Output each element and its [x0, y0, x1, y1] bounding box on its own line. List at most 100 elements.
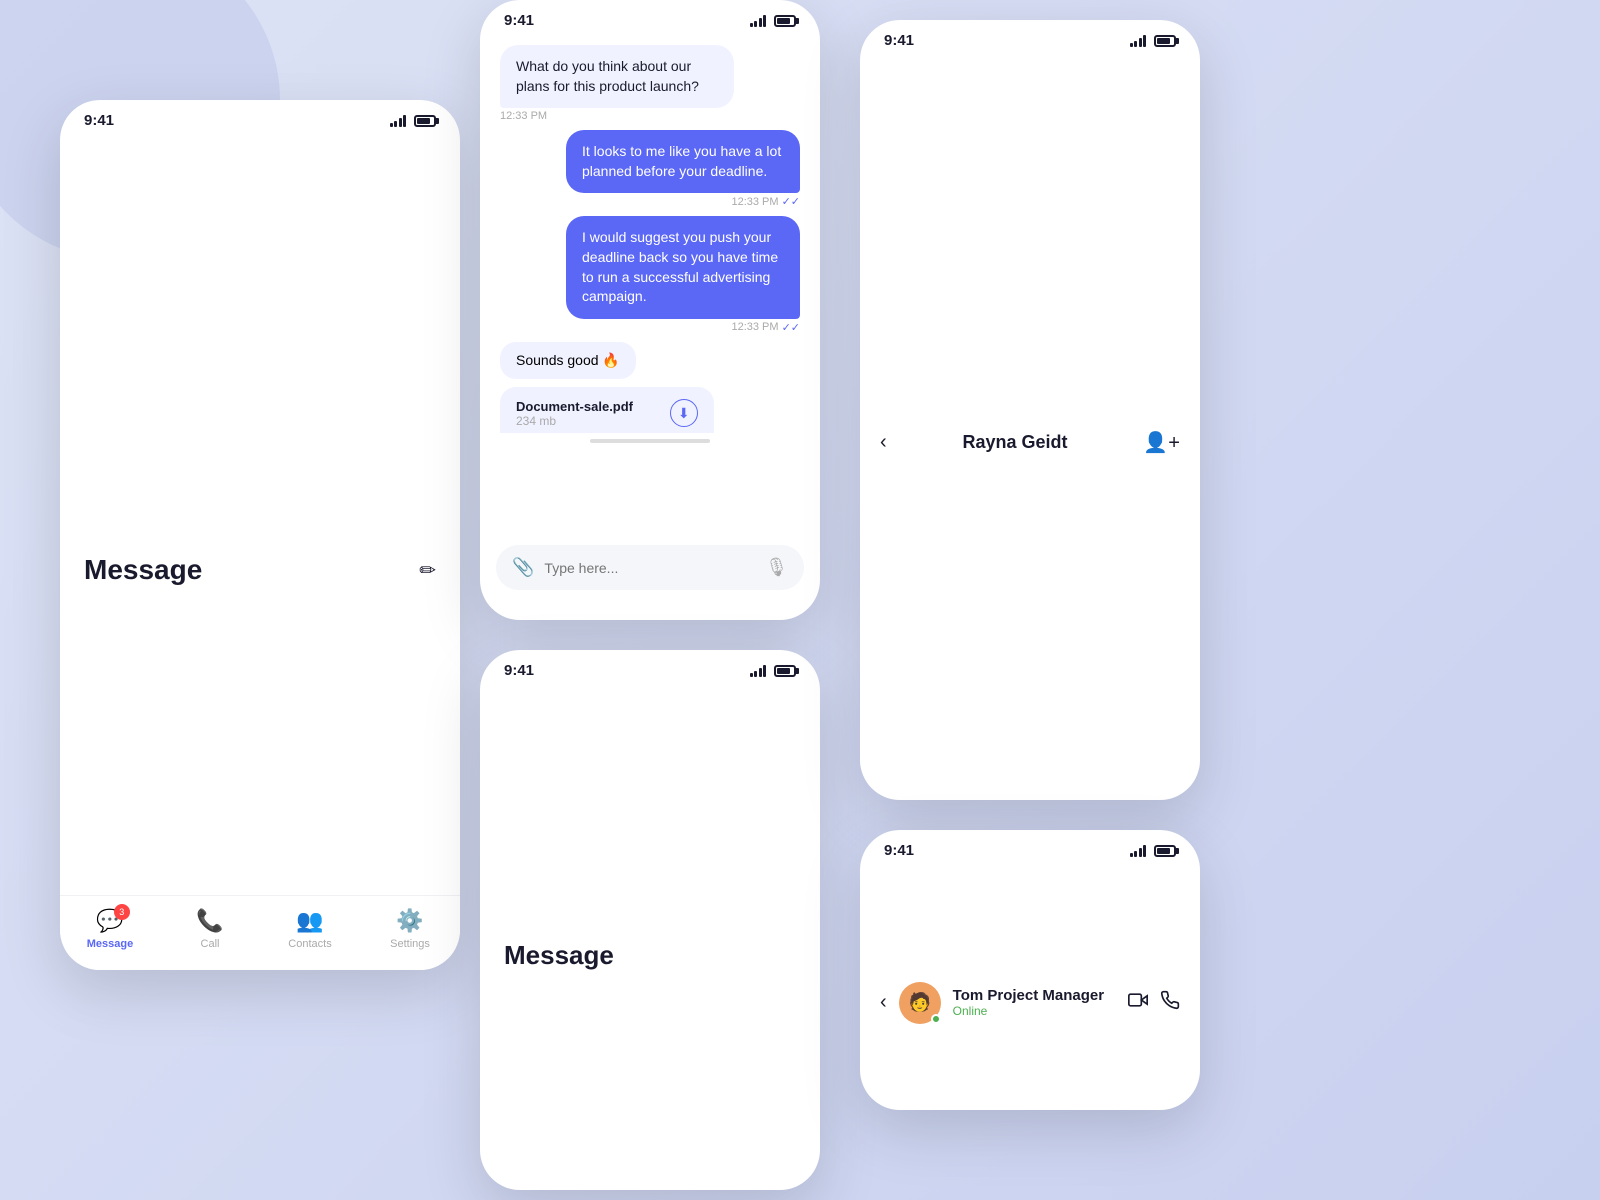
signal-bar [1130, 43, 1133, 47]
settings-nav-icon: ⚙️ [396, 908, 423, 934]
status-bar-4: 9:41 [860, 20, 1200, 53]
contact-info-tom: Tom Project Manager Online [953, 987, 1116, 1018]
check-mark-2: ✓✓ [782, 321, 800, 334]
nav-label-settings: Settings [390, 938, 430, 950]
nav-call[interactable]: 📞 Call [160, 908, 260, 950]
message-input[interactable] [544, 560, 755, 576]
phone-chat-tom: 9:41 ‹ 🧑 Tom Project Manager Online [860, 830, 1200, 1110]
status-bar-2: 9:41 [480, 0, 820, 33]
contacts-nav-icon: 👥 [296, 908, 323, 934]
status-time-1: 9:41 [84, 112, 114, 129]
signal-icon-3 [750, 665, 767, 677]
status-bar-1: 9:41 [60, 100, 460, 133]
nav-contacts[interactable]: 👥 Contacts [260, 908, 360, 950]
edit-icon[interactable]: ✏ [419, 558, 436, 583]
phone-chat: 9:41 What do you think about our plans f… [480, 0, 820, 620]
phone-call-button-tom[interactable] [1160, 990, 1180, 1016]
page-title-1: Message [84, 554, 202, 586]
signal-bar [1143, 845, 1146, 857]
signal-bar [759, 18, 762, 27]
message-nav-icon: 💬 3 [96, 908, 123, 934]
header-1: Message ✏ [60, 133, 460, 970]
back-button-5[interactable]: ‹ [880, 991, 887, 1014]
video-call-button-tom[interactable] [1128, 990, 1148, 1016]
signal-bar [1143, 35, 1146, 47]
add-contact-button[interactable]: 👤+ [1143, 430, 1180, 455]
home-indicator-2 [590, 439, 710, 443]
contact-status-tom: Online [953, 1004, 1116, 1018]
check-mark: ✓✓ [782, 195, 800, 208]
status-time-4: 9:41 [884, 32, 914, 49]
msg-time-1: 12:33 PM [500, 110, 547, 122]
video-call-header: ‹ Rayna Geidt 👤+ [860, 53, 1200, 800]
signal-bar [394, 121, 397, 127]
signal-bar [1139, 848, 1142, 857]
nav-message[interactable]: 💬 3 Message [60, 908, 160, 950]
download-button[interactable]: ⬇ [670, 399, 698, 427]
status-icons-3 [750, 665, 797, 677]
signal-icon-2 [750, 15, 767, 27]
message-input-bar[interactable]: 📎 🎙 [496, 545, 804, 590]
phone-call-log: 9:41 Message 🔍 Search people here ⚙ All … [480, 650, 820, 1190]
msg-time-2: 12:33 PM ✓✓ [731, 195, 800, 208]
msg-row-received-1: What do you think about our plans for th… [500, 45, 800, 122]
nav-label-message: Message [87, 938, 133, 950]
status-time-5: 9:41 [884, 842, 914, 859]
message-bubble-sent-1: It looks to me like you have a lot plann… [566, 130, 800, 193]
msg-row-sounds-good: Sounds good 🔥 [500, 342, 800, 379]
call-nav-icon: 📞 [196, 908, 223, 934]
battery-icon-5 [1154, 845, 1176, 857]
attach-icon[interactable]: 📎 [512, 557, 534, 578]
signal-bar [763, 15, 766, 27]
signal-bar [750, 23, 753, 27]
mic-icon[interactable]: 🎙 [765, 557, 788, 578]
msg-row-sent-1: It looks to me like you have a lot plann… [500, 130, 800, 208]
phone-video-call: 9:41 ‹ Rayna Geidt 👤+ 13:09 [860, 20, 1200, 800]
nav-settings[interactable]: ⚙️ Settings [360, 908, 460, 950]
doc-size: 234 mb [516, 414, 633, 428]
contact-name-4: Rayna Geidt [963, 432, 1068, 453]
doc-description: I'd recommended to read it! FYI [516, 432, 698, 433]
msg-row-sent-2: I would suggest you push your deadline b… [500, 216, 800, 333]
signal-bar [763, 665, 766, 677]
page-title-3: Message [504, 940, 614, 971]
signal-bar [750, 673, 753, 677]
signal-icon-4 [1130, 35, 1147, 47]
sounds-good-text: Sounds good 🔥 [516, 352, 620, 369]
chat-header-tom: ‹ 🧑 Tom Project Manager Online [860, 863, 1200, 1110]
message-nav-badge: 3 [114, 904, 130, 920]
status-icons-1 [390, 115, 437, 127]
signal-bar [390, 123, 393, 127]
signal-bar [1130, 853, 1133, 857]
back-button-4[interactable]: ‹ [880, 431, 887, 454]
phone-message-list: 9:41 Message ✏ 🔍 Search 👩 🧑 [60, 100, 460, 970]
signal-icon-5 [1130, 845, 1147, 857]
doc-name: Document-sale.pdf [516, 399, 633, 414]
status-icons-4 [1130, 35, 1177, 47]
avatar-tom: 🧑 [899, 982, 941, 1024]
doc-header: Document-sale.pdf 234 mb ⬇ [516, 399, 698, 428]
status-bar-3: 9:41 [480, 650, 820, 683]
status-time-3: 9:41 [504, 662, 534, 679]
contact-name-tom: Tom Project Manager [953, 987, 1116, 1004]
status-icons-5 [1130, 845, 1177, 857]
battery-icon-3 [774, 665, 796, 677]
sounds-good-bubble: Sounds good 🔥 [500, 342, 636, 379]
battery-icon-1 [414, 115, 436, 127]
battery-icon-2 [774, 15, 796, 27]
nav-label-call: Call [201, 938, 220, 950]
doc-info: Document-sale.pdf 234 mb [516, 399, 633, 428]
message-bubble-received-1: What do you think about our plans for th… [500, 45, 734, 108]
bottom-nav-1: 💬 3 Message 📞 Call 👥 Contacts ⚙️ Setting… [60, 895, 460, 970]
battery-icon-4 [1154, 35, 1176, 47]
doc-bubble: Document-sale.pdf 234 mb ⬇ I'd recommend… [500, 387, 714, 433]
signal-bar [759, 668, 762, 677]
chat-call-buttons [1128, 990, 1180, 1016]
header-3: Message [480, 683, 820, 1190]
signal-bar [754, 21, 757, 27]
status-time-2: 9:41 [504, 12, 534, 29]
msg-time-3: 12:33 PM ✓✓ [731, 321, 800, 334]
signal-bar [399, 118, 402, 127]
signal-bar [1139, 38, 1142, 47]
signal-bar [1134, 851, 1137, 857]
